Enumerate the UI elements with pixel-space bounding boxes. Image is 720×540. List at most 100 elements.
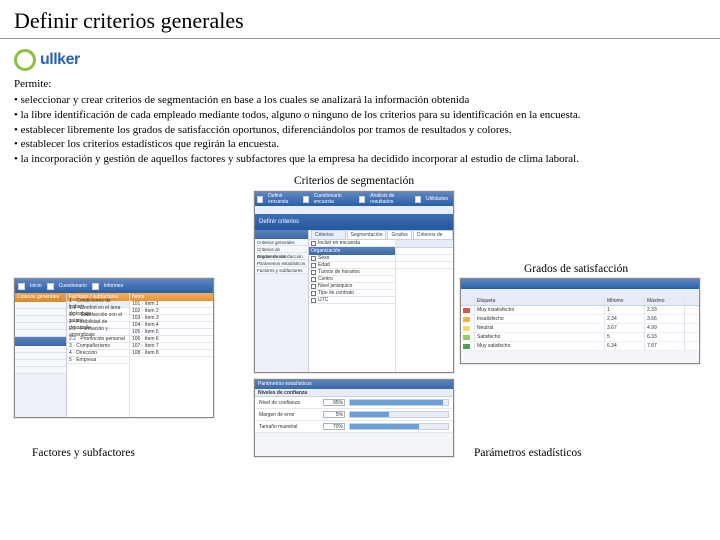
sidebar-item[interactable] xyxy=(15,309,66,316)
app-toolbar: Definir encuesta Cuestionario encuesta A… xyxy=(255,192,453,206)
criteria-row[interactable]: Tipo de contrato xyxy=(309,290,395,297)
tab-segmentacion[interactable]: Segmentación xyxy=(347,230,387,239)
sidebar-item[interactable] xyxy=(15,330,66,337)
tab-generales[interactable]: Criterios generales xyxy=(311,230,346,239)
color-swatch-icon xyxy=(463,326,470,331)
item-row[interactable]: 104 · ítem 4 xyxy=(130,322,213,329)
checkbox-icon[interactable] xyxy=(311,263,316,268)
sidebar-item[interactable] xyxy=(15,302,66,309)
param-row: Tamaño muestral 70% xyxy=(255,421,453,433)
page-title: Definir criterios generales xyxy=(0,0,720,39)
param-bar[interactable] xyxy=(349,423,449,430)
grades-table: Etiqueta Mínimo Máximo Muy insatisfecho1… xyxy=(461,297,699,351)
app-toolbar xyxy=(461,279,699,289)
param-input[interactable]: 70% xyxy=(323,423,345,430)
sidebar-item[interactable] xyxy=(15,367,66,374)
grade-label: Muy insatisfecho xyxy=(475,306,605,314)
sidebar-item[interactable] xyxy=(15,353,66,360)
toolbar-icon[interactable] xyxy=(359,196,365,203)
checkbox-icon[interactable] xyxy=(311,256,316,261)
toolbar-icon[interactable] xyxy=(92,283,99,290)
criteria-tabs: Criterios generales Segmentación Grados … xyxy=(309,230,453,240)
sidebar-item[interactable]: Criterios generales xyxy=(255,239,308,246)
item-row[interactable]: 102 · ítem 2 xyxy=(130,308,213,315)
criteria-row[interactable]: Edad xyxy=(309,262,395,269)
item-row[interactable]: 106 · ítem 6 xyxy=(130,336,213,343)
grade-row[interactable]: Muy satisfecho6.347.67 xyxy=(461,342,699,351)
item-row[interactable]: 107 · ítem 7 xyxy=(130,343,213,350)
sidebar: Criterios generales xyxy=(15,293,67,417)
item-row[interactable]: 105 · ítem 5 xyxy=(130,329,213,336)
item-row[interactable]: 108 · ítem 8 xyxy=(130,350,213,357)
criteria-row[interactable]: Centro xyxy=(309,276,395,283)
grade-row[interactable]: Muy insatisfecho12.33 xyxy=(461,306,699,315)
sidebar-item[interactable]: Parámetros estadísticos xyxy=(255,260,308,267)
tab-grados[interactable]: Grados xyxy=(387,230,411,239)
grade-row[interactable]: Neutral3.674.99 xyxy=(461,324,699,333)
grade-label: Neutral xyxy=(475,324,605,332)
sidebar-item[interactable] xyxy=(15,346,66,353)
include-row[interactable]: Incluir en encuesta xyxy=(309,240,395,247)
factor-row[interactable]: 2.1 · Formación y aprendizaje xyxy=(67,329,129,336)
sidebar-item[interactable]: Grados de satisfacción xyxy=(255,253,308,260)
grade-row[interactable]: Satisfecho56.33 xyxy=(461,333,699,342)
grade-max: 7.67 xyxy=(645,342,685,350)
permite-item: la incorporación y gestión de aquellos f… xyxy=(14,152,706,167)
item-row[interactable]: 103 · ítem 3 xyxy=(130,315,213,322)
factor-row[interactable]: 4 · Dirección xyxy=(67,350,129,357)
grade-min: 1 xyxy=(605,306,645,314)
grade-min: 3.67 xyxy=(605,324,645,332)
criteria-label: Centro xyxy=(318,276,333,282)
factors-main: Factores / subfactores 1 · Condiciones d… xyxy=(67,293,213,417)
color-swatch-icon xyxy=(463,308,470,313)
toolbar-tab[interactable]: Informes xyxy=(101,283,126,289)
factor-row[interactable]: 3 · Compañerismo xyxy=(67,343,129,350)
breadcrumb-band xyxy=(255,206,453,214)
checkbox-icon[interactable] xyxy=(311,291,316,296)
caption-criteria: Criterios de segmentación xyxy=(294,175,414,187)
param-label: Nivel de confianza xyxy=(259,400,319,406)
criteria-label: UTC xyxy=(318,297,328,303)
toolbar-icon[interactable] xyxy=(47,283,54,290)
toolbar-icon[interactable] xyxy=(257,196,263,203)
factors-column: Factores / subfactores 1 · Condiciones d… xyxy=(67,293,129,417)
toolbar-tab[interactable]: Inicio xyxy=(27,283,45,289)
factor-row[interactable]: 2.2 · Promoción personal xyxy=(67,336,129,343)
toolbar-tab[interactable]: Definir encuesta xyxy=(265,193,300,205)
checkbox-icon[interactable] xyxy=(311,298,316,303)
sidebar-item[interactable] xyxy=(15,316,66,323)
checkbox-icon[interactable] xyxy=(311,284,316,289)
tab-asignacion[interactable]: Criterios de asignación xyxy=(413,230,453,239)
checkbox-icon[interactable] xyxy=(311,241,316,246)
grade-max: 4.99 xyxy=(645,324,685,332)
toolbar-tab[interactable]: Análisis de resultados xyxy=(367,193,413,205)
section-band: Definir criterios xyxy=(255,214,453,230)
toolbar-icon[interactable] xyxy=(303,196,309,203)
toolbar-icon[interactable] xyxy=(415,196,421,203)
col-color xyxy=(461,297,475,305)
criteria-row[interactable]: Nivel jerárquico xyxy=(309,283,395,290)
sidebar-item[interactable]: Criterios de segmentación xyxy=(255,246,308,253)
criteria-row[interactable]: UTC xyxy=(309,297,395,304)
param-bar[interactable] xyxy=(349,411,449,418)
toolbar-tab[interactable]: Cuestionario xyxy=(56,283,90,289)
param-input[interactable]: 5% xyxy=(323,411,345,418)
grade-row[interactable]: Insatisfecho2.343.66 xyxy=(461,315,699,324)
sidebar-item[interactable]: Factores y subfactores xyxy=(255,267,308,274)
toolbar-tab[interactable]: Cuestionario encuesta xyxy=(311,193,358,205)
criteria-row[interactable]: Sexo xyxy=(309,255,395,262)
param-bar[interactable] xyxy=(349,399,449,406)
section-band-label: Definir criterios xyxy=(259,219,299,225)
criteria-label: Edad xyxy=(318,262,330,268)
checkbox-icon[interactable] xyxy=(311,277,316,282)
item-row[interactable]: 101 · ítem 1 xyxy=(130,301,213,308)
criteria-row[interactable]: Turnos de horarios xyxy=(309,269,395,276)
sidebar-item[interactable] xyxy=(15,360,66,367)
param-input[interactable]: 95% xyxy=(323,399,345,406)
factor-row[interactable]: 5 · Empresa xyxy=(67,357,129,364)
checkbox-icon[interactable] xyxy=(311,270,316,275)
permite-head: Permite: xyxy=(14,77,706,92)
toolbar-tab[interactable]: Utilidades xyxy=(423,196,451,202)
toolbar-icon[interactable] xyxy=(18,283,25,290)
sidebar-item[interactable] xyxy=(15,323,66,330)
